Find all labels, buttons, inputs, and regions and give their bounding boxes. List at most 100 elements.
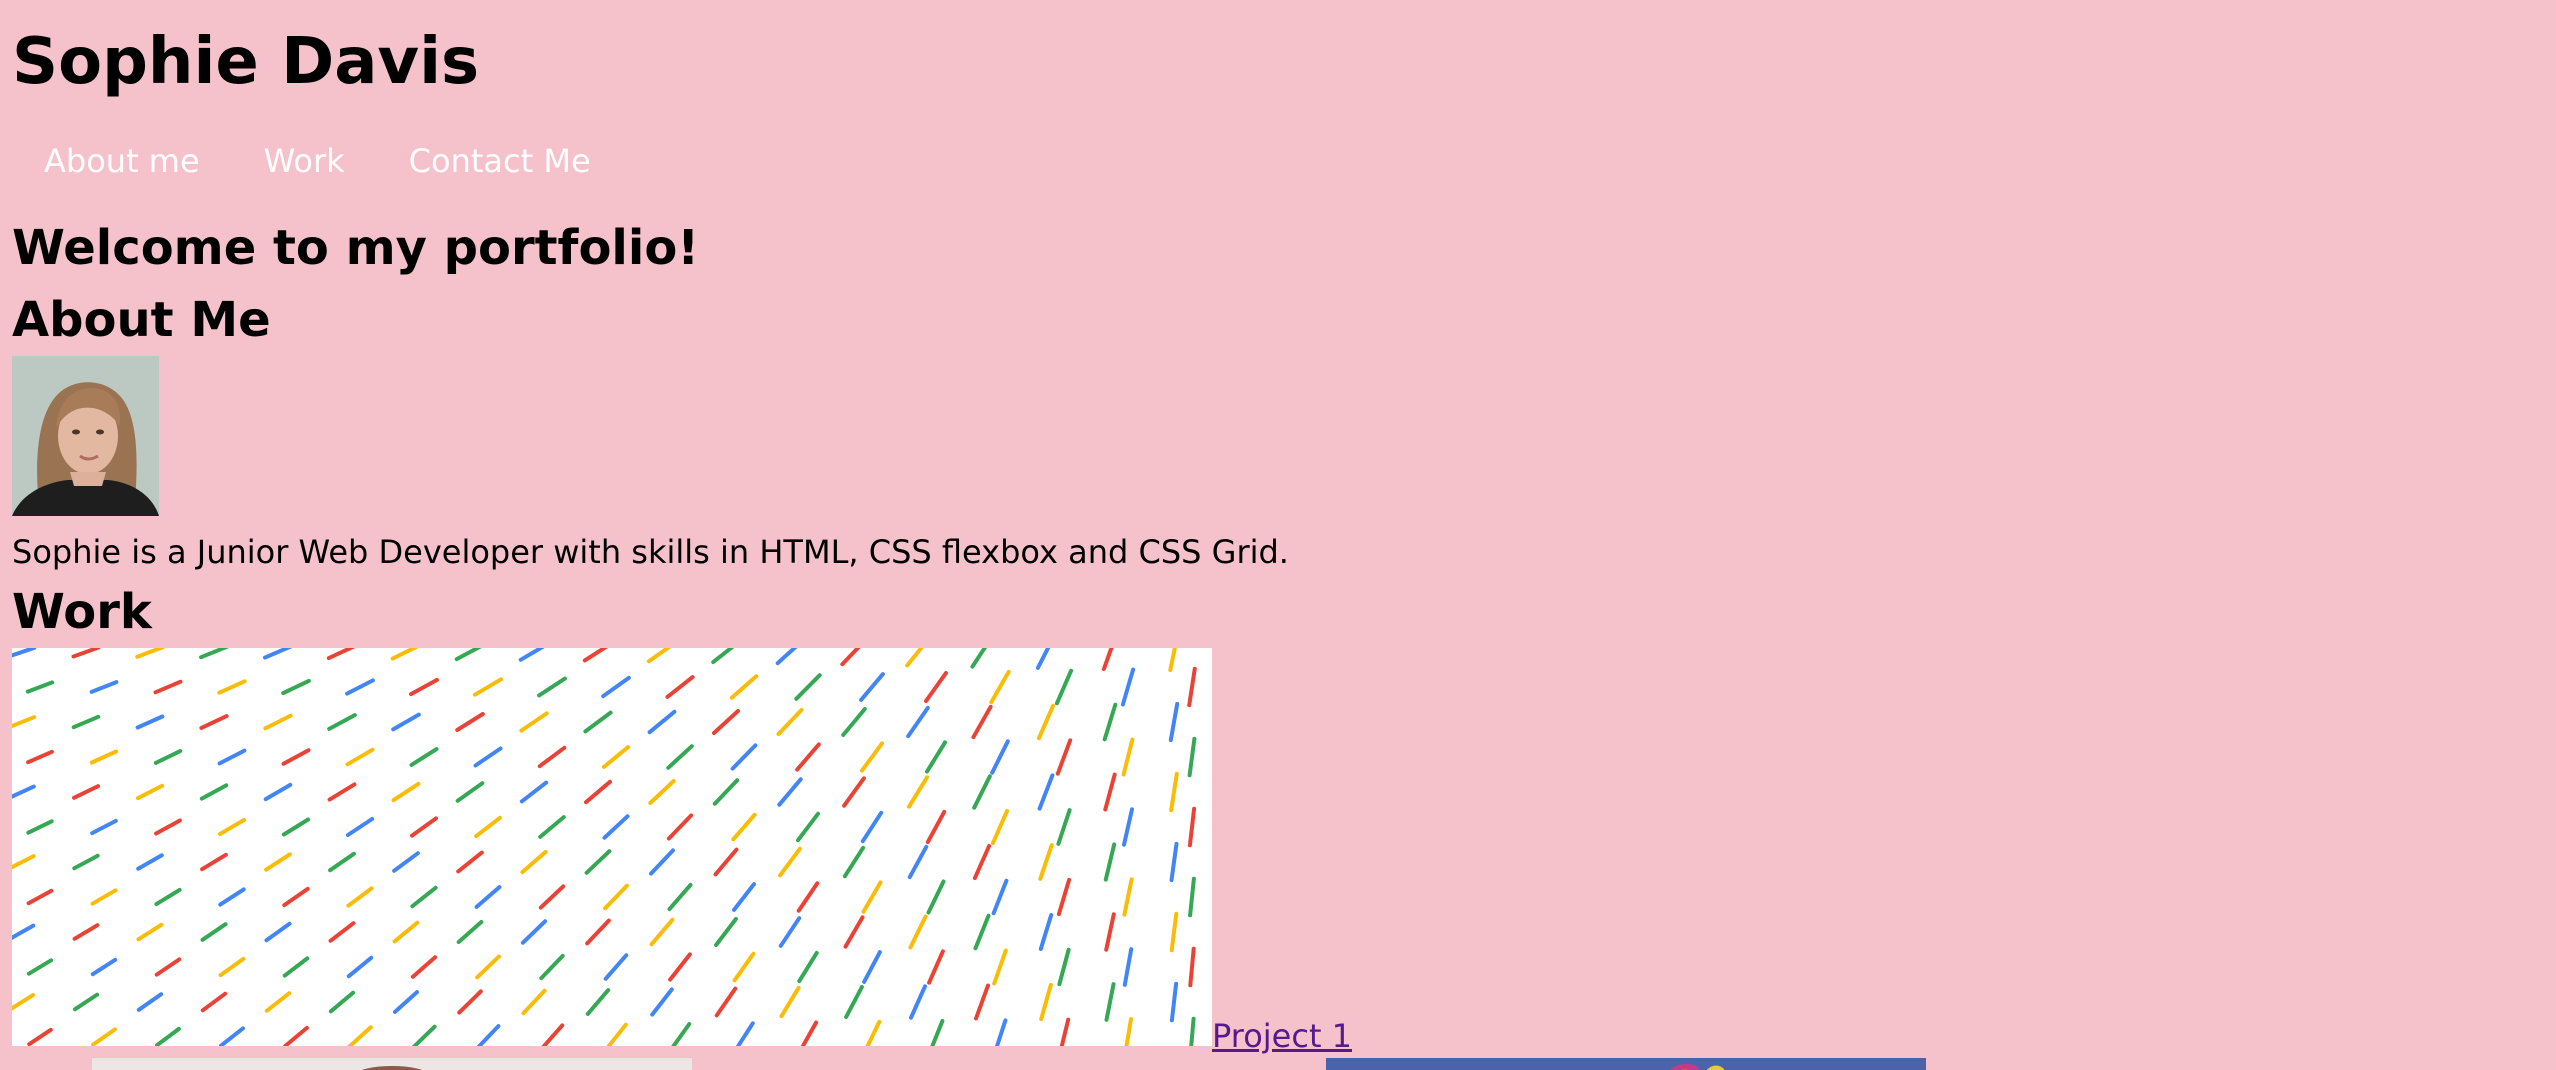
pattern-dash [153,749,183,765]
pattern-dash [796,881,820,913]
pattern-dash [71,714,101,730]
pattern-dash [537,676,567,698]
pattern-dash [646,648,672,664]
pattern-dash [541,1023,565,1046]
pattern-dash [454,648,482,662]
pattern-dash [1169,841,1179,883]
pattern-dash [731,812,757,842]
project-2-image[interactable] [92,1058,692,1070]
pattern-dash [729,674,759,700]
pattern-dash [346,955,374,979]
pattern-dash [89,680,119,694]
pattern-dash [72,853,100,871]
nav-link-contact[interactable]: Contact Me [377,134,623,188]
pattern-dash [601,675,631,699]
pattern-dash [1122,877,1134,917]
pattern-dash [217,679,247,695]
pattern-dash [925,740,947,774]
pattern-dash [711,648,735,665]
pattern-dash [537,745,567,769]
nav-link-work[interactable]: Work [232,134,377,188]
pattern-dash [91,1027,117,1046]
pattern-dash [392,920,420,944]
about-heading: About Me [12,292,271,348]
pattern-dash [797,950,819,984]
pattern-dash [345,817,375,837]
pattern-dash [473,677,503,697]
pattern-dash [860,741,884,773]
pattern-dash [199,648,229,660]
pattern-dash [779,985,801,1019]
pattern-dash [778,916,802,948]
pattern-dash [410,816,438,838]
pattern-dash [476,1024,501,1046]
pattern-dash [90,818,118,836]
pattern-dash [1187,806,1197,848]
pattern-dash [518,648,545,662]
pattern-dash [409,677,439,697]
project-1-image[interactable] [12,648,1212,1046]
pattern-dash [712,709,740,735]
pattern-dash [26,958,54,976]
pattern-dash [905,648,924,668]
pattern-dash [1055,738,1073,776]
pattern-dash [519,711,549,733]
pattern-dash [281,817,311,837]
pattern-dash [776,708,804,736]
welcome-heading: Welcome to my portfolio! [12,220,700,276]
pattern-dash [924,671,948,703]
pattern-dash [730,743,758,771]
pattern-dash [457,989,483,1015]
pattern-dash [585,918,611,946]
pattern-dash [841,707,867,737]
pattern-dash [346,886,374,908]
pattern-dash [1054,668,1074,706]
pattern-dash [775,648,798,666]
pattern-dash [519,780,549,804]
project-1-link[interactable]: Project 1 [1212,1014,1352,1058]
pattern-dash [668,952,692,982]
pattern-dash [410,885,438,909]
pattern-dash [327,713,357,731]
pattern-dash [200,922,228,942]
pattern-dash [219,1026,245,1046]
pattern-dash [971,704,993,740]
pattern-dash [1059,1017,1071,1046]
pattern-dash [199,714,229,730]
pattern-dash [72,992,100,1012]
pattern-dash [26,819,54,835]
pattern-dash [909,984,927,1020]
pattern-dash [582,648,609,663]
pattern-dash [411,1024,437,1046]
pattern-dash [136,992,164,1012]
pattern-dash [135,714,165,730]
site-title: Sophie Davis [12,25,480,99]
pattern-dash [283,1025,309,1046]
pattern-dash [71,648,101,659]
pattern-dash [974,983,990,1021]
pattern-dash [732,882,756,912]
pattern-dash [778,846,802,878]
pattern-dash [520,849,548,875]
pattern-dash [153,679,183,695]
work-heading: Work [12,584,152,640]
pattern-dash [842,776,866,808]
pattern-dash [601,745,631,769]
pattern-dash [861,880,883,914]
project-3-image[interactable] [1326,1058,1926,1070]
pattern-dash [89,749,119,765]
pattern-dash [136,922,164,942]
pattern-dash [994,1018,1008,1046]
pattern-dash [12,993,35,1011]
pattern-dash [218,818,246,836]
pattern-dash [862,950,882,984]
pattern-dash [1188,946,1196,988]
pattern-dash [584,849,612,875]
nav-link-about[interactable]: About me [12,134,232,188]
pattern-dash [345,678,375,696]
pattern-dash [1124,1017,1133,1046]
about-bio: Sophie is a Junior Web Developer with sk… [12,533,1289,571]
pattern-dash [12,854,36,870]
pattern-dash [326,648,356,661]
pattern-dash [281,748,311,766]
